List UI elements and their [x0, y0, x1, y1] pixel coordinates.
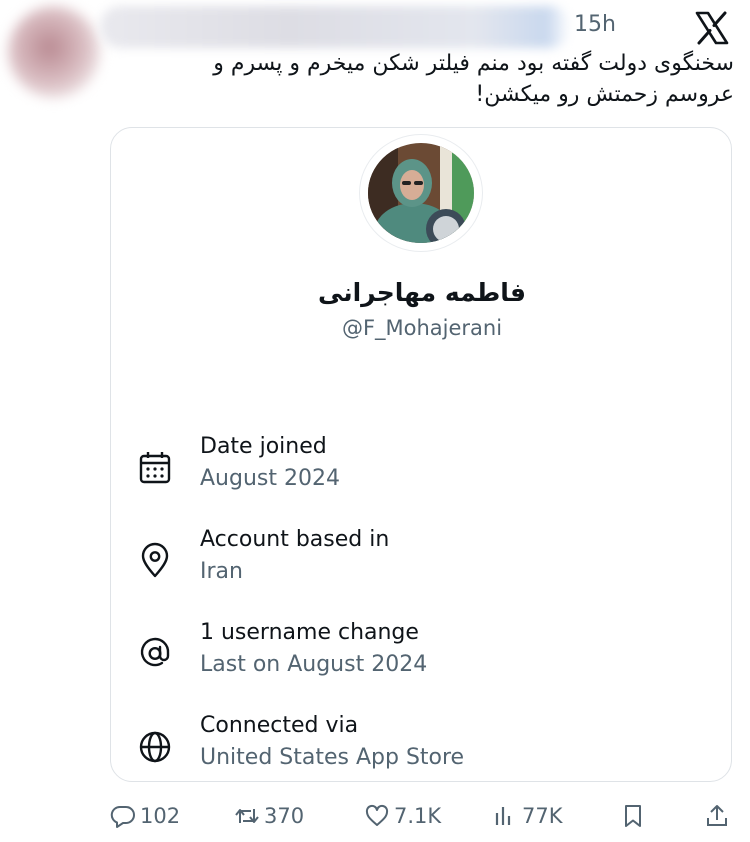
- reply-icon: [110, 805, 135, 828]
- account-based-in-value: Iran: [200, 559, 243, 584]
- reply-button[interactable]: 102: [110, 798, 180, 834]
- repost-icon: [235, 809, 259, 823]
- action-bar: 102 370 7.1K 77K: [0, 798, 750, 834]
- bookmark-button[interactable]: [620, 798, 650, 834]
- info-row-connected-via: Connected via United States App Store: [111, 713, 733, 783]
- views-count: 77K: [522, 804, 563, 828]
- tweet-time[interactable]: 15h: [574, 12, 616, 37]
- share-icon: [707, 805, 727, 826]
- info-row-date-joined: Date joined August 2024: [111, 434, 733, 504]
- author-name-blurred[interactable]: [100, 6, 570, 48]
- share-button[interactable]: [704, 798, 734, 834]
- username-change-label: 1 username change: [200, 620, 419, 645]
- display-name: فاطمه مهاجرانی: [317, 278, 527, 307]
- like-button[interactable]: 7.1K: [364, 798, 441, 834]
- info-row-account-based-in: Account based in Iran: [111, 527, 733, 597]
- profile-photo[interactable]: [359, 134, 483, 252]
- heart-icon: [365, 804, 389, 826]
- calendar-icon: [139, 452, 171, 484]
- account-based-in-label: Account based in: [200, 527, 390, 552]
- connected-via-label: Connected via: [200, 713, 359, 738]
- at-sign-icon: [140, 637, 170, 667]
- date-joined-value: August 2024: [200, 466, 340, 491]
- repost-button[interactable]: 370: [234, 798, 304, 834]
- location-pin-icon: [141, 542, 169, 578]
- like-count: 7.1K: [394, 804, 442, 828]
- handle[interactable]: @F_Mohajerani: [111, 316, 733, 340]
- connected-via-value: United States App Store: [200, 745, 465, 770]
- bookmark-icon: [625, 805, 641, 827]
- views-chart-icon: [495, 807, 511, 825]
- globe-icon: [139, 731, 171, 763]
- info-row-username-change: 1 username change Last on August 2024: [111, 620, 733, 690]
- username-change-value: Last on August 2024: [200, 652, 428, 677]
- date-joined-label: Date joined: [200, 434, 327, 459]
- tweet-text: سخنگوی دولت گفته بود منم فیلتر شکن میخرم…: [213, 51, 734, 107]
- profile-card[interactable]: فاطمه مهاجرانی @F_Mohajerani Date joined…: [110, 127, 732, 782]
- x-logo-icon: [694, 10, 730, 46]
- repost-count: 370: [264, 804, 305, 828]
- author-avatar-blurred[interactable]: [8, 6, 100, 98]
- views-button[interactable]: 77K: [492, 798, 563, 834]
- reply-count: 102: [140, 804, 181, 828]
